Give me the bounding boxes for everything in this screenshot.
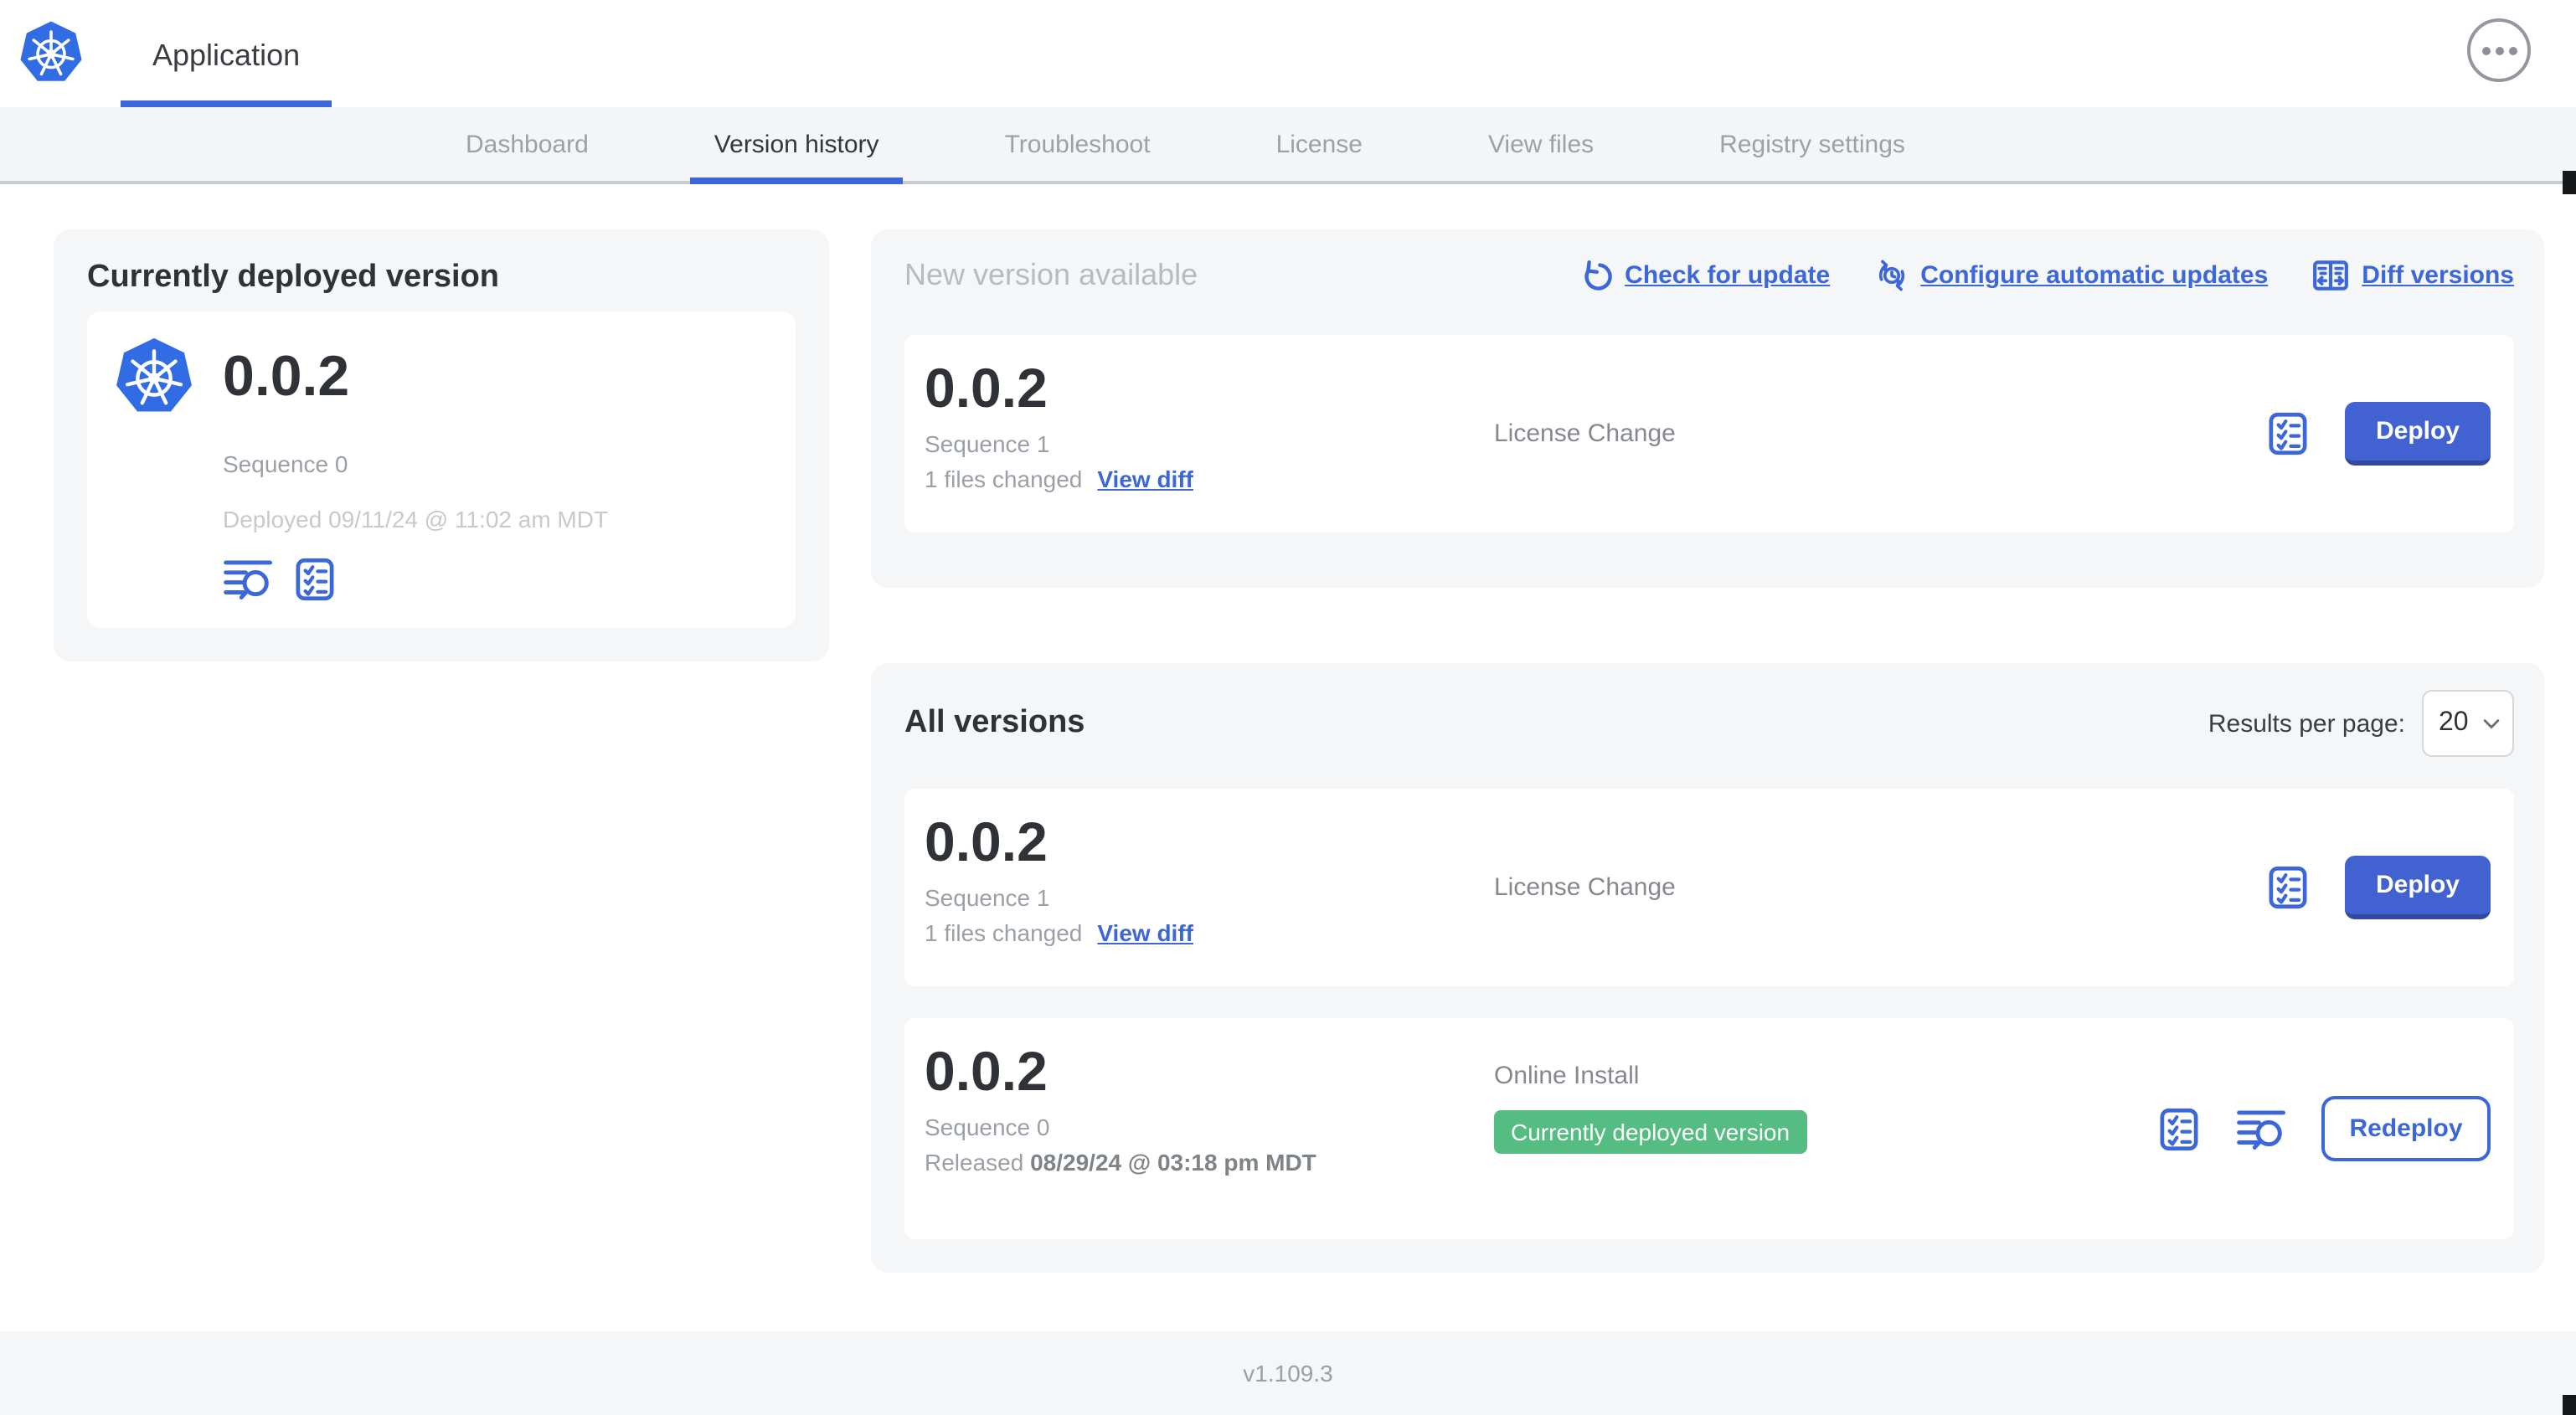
view-diff-link[interactable]: View diff bbox=[1097, 919, 1193, 946]
version-number: 0.0.2 bbox=[925, 1040, 1048, 1102]
diff-icon bbox=[2311, 256, 2350, 295]
logs-icon bbox=[2236, 1105, 2288, 1152]
version-actions-links: Check for update Configure automatic upd… bbox=[1579, 256, 2514, 295]
results-per-page-label: Results per page: bbox=[2208, 709, 2405, 738]
all-versions-section: All versions Results per page: 20 0.0.2 … bbox=[871, 663, 2544, 1273]
deployed-sequence: Sequence 0 bbox=[223, 450, 348, 477]
diff-versions-link[interactable]: Diff versions bbox=[2311, 256, 2514, 295]
logs-icon bbox=[223, 556, 275, 603]
version-sequence: Sequence 0 bbox=[925, 1114, 1050, 1140]
checklist-icon bbox=[2264, 864, 2311, 911]
check-for-update-link[interactable]: Check for update bbox=[1579, 259, 1830, 292]
tab-license[interactable]: License bbox=[1253, 107, 1386, 181]
console-version-label: v1.109.3 bbox=[1243, 1360, 1333, 1387]
checklist-icon bbox=[2156, 1105, 2202, 1152]
deployed-timestamp: Deployed 09/11/24 @ 11:02 am MDT bbox=[223, 506, 609, 533]
app-title: Application bbox=[152, 38, 301, 71]
ellipsis-icon bbox=[2508, 46, 2517, 54]
auto-update-clock-icon bbox=[1873, 258, 1909, 293]
version-sequence: Sequence 1 bbox=[925, 430, 1050, 457]
tab-dashboard[interactable]: Dashboard bbox=[442, 107, 612, 181]
chevron-down-icon bbox=[2482, 718, 2501, 729]
more-menu-button[interactable] bbox=[2467, 18, 2531, 82]
version-source: License Change bbox=[1494, 419, 1676, 448]
top-bar: Application bbox=[0, 0, 2576, 107]
deploy-button[interactable]: Deploy bbox=[2345, 856, 2491, 919]
scrollbar-thumb[interactable] bbox=[2563, 1395, 2576, 1415]
version-row: 0.0.2 Sequence 0 Released 08/29/24 @ 03:… bbox=[904, 1018, 2514, 1239]
version-row: 0.0.2 Sequence 1 1 files changed View di… bbox=[904, 789, 2514, 986]
tab-registry-settings[interactable]: Registry settings bbox=[1696, 107, 1929, 181]
files-changed-label: 1 files changed bbox=[925, 466, 1083, 492]
preflight-checks-button[interactable] bbox=[2264, 864, 2311, 911]
checklist-icon bbox=[291, 556, 338, 603]
tab-version-history[interactable]: Version history bbox=[690, 107, 904, 184]
admin-console-page: Application Dashboard Version history Tr… bbox=[0, 0, 2576, 1415]
kubernetes-logo-icon bbox=[18, 20, 84, 85]
files-changed-label: 1 files changed bbox=[925, 919, 1083, 946]
tab-view-files[interactable]: View files bbox=[1465, 107, 1617, 181]
new-version-section: New version available Check for update C… bbox=[871, 229, 2544, 588]
preflight-checks-button[interactable] bbox=[291, 556, 338, 603]
version-number: 0.0.2 bbox=[925, 810, 1048, 872]
app-nav: Dashboard Version history Troubleshoot L… bbox=[0, 107, 2576, 184]
tab-application[interactable]: Application bbox=[121, 3, 332, 107]
results-per-page-select[interactable]: 20 bbox=[2422, 690, 2514, 757]
ellipsis-icon bbox=[2481, 46, 2490, 54]
view-deploy-logs-button[interactable] bbox=[2236, 1105, 2288, 1152]
version-source: Online Install bbox=[1494, 1062, 1640, 1090]
version-source: License Change bbox=[1494, 873, 1676, 902]
tab-troubleshoot[interactable]: Troubleshoot bbox=[981, 107, 1174, 181]
redeploy-button[interactable]: Redeploy bbox=[2321, 1096, 2491, 1161]
currently-deployed-title: Currently deployed version bbox=[87, 260, 500, 295]
released-timestamp: Released 08/29/24 @ 03:18 pm MDT bbox=[925, 1149, 1316, 1176]
checklist-icon bbox=[2264, 410, 2311, 457]
ellipsis-icon bbox=[2495, 46, 2503, 54]
refresh-icon bbox=[1579, 259, 1613, 292]
deployed-version-number: 0.0.2 bbox=[223, 344, 350, 408]
preflight-checks-button[interactable] bbox=[2156, 1105, 2202, 1152]
version-sequence: Sequence 1 bbox=[925, 884, 1050, 911]
scrollbar-thumb[interactable] bbox=[2563, 171, 2576, 194]
all-versions-title: All versions bbox=[904, 705, 1085, 740]
new-version-row: 0.0.2 Sequence 1 1 files changed View di… bbox=[904, 335, 2514, 533]
new-version-title: New version available bbox=[904, 258, 1198, 291]
currently-deployed-badge: Currently deployed version bbox=[1494, 1110, 1807, 1154]
view-diff-link[interactable]: View diff bbox=[1097, 466, 1193, 492]
currently-deployed-version-panel: 0.0.2 Sequence 0 Deployed 09/11/24 @ 11:… bbox=[87, 311, 796, 628]
view-deploy-logs-button[interactable] bbox=[223, 556, 275, 603]
kubernetes-app-icon bbox=[114, 337, 194, 417]
deploy-button[interactable]: Deploy bbox=[2345, 402, 2491, 466]
footer: v1.109.3 bbox=[0, 1331, 2576, 1415]
currently-deployed-card: Currently deployed version 0.0.2 Sequenc… bbox=[54, 229, 829, 661]
version-number: 0.0.2 bbox=[925, 357, 1048, 419]
configure-automatic-updates-link[interactable]: Configure automatic updates bbox=[1873, 258, 2268, 293]
preflight-checks-button[interactable] bbox=[2264, 410, 2311, 457]
